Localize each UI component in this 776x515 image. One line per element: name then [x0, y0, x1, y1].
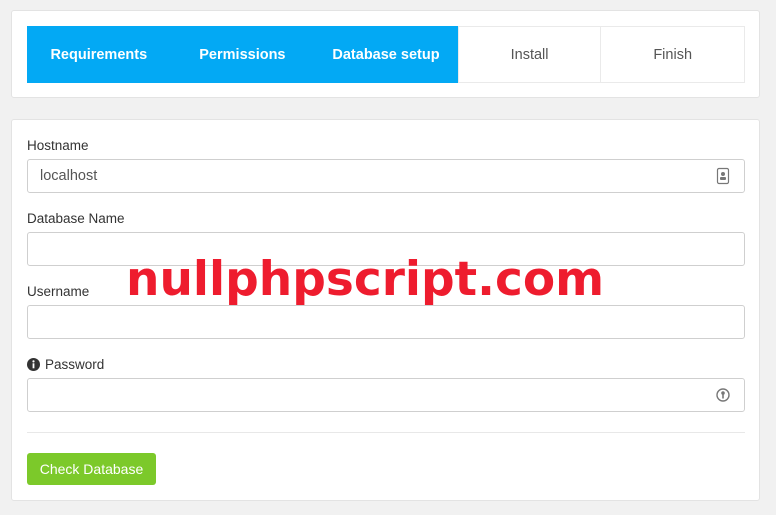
- username-label: Username: [27, 284, 90, 299]
- form-divider: [27, 432, 745, 433]
- step-finish[interactable]: Finish: [601, 26, 745, 83]
- key-icon[interactable]: [715, 386, 731, 404]
- installer-page: Requirements Permissions Database setup …: [0, 0, 776, 515]
- database-name-label: Database Name: [27, 211, 125, 226]
- username-field-wrap: [27, 305, 745, 339]
- username-input[interactable]: [27, 305, 745, 339]
- password-label: Password: [27, 357, 104, 372]
- hostname-input[interactable]: [27, 159, 745, 193]
- step-database-setup[interactable]: Database setup: [314, 26, 458, 83]
- wizard-steps: Requirements Permissions Database setup …: [27, 26, 745, 83]
- wizard-steps-panel: Requirements Permissions Database setup …: [11, 10, 760, 98]
- hostname-label: Hostname: [27, 138, 89, 153]
- step-install[interactable]: Install: [457, 26, 602, 83]
- check-database-button[interactable]: Check Database: [27, 453, 156, 485]
- hostname-field-wrap: [27, 159, 745, 193]
- password-field-wrap: [27, 378, 745, 412]
- database-form: Hostname Database Name Username: [11, 119, 760, 501]
- contact-card-icon: [716, 167, 730, 185]
- info-icon: [27, 358, 40, 371]
- step-requirements[interactable]: Requirements: [27, 26, 171, 83]
- database-name-input[interactable]: [27, 232, 745, 266]
- step-permissions[interactable]: Permissions: [170, 26, 315, 83]
- password-input[interactable]: [27, 378, 745, 412]
- database-name-field-wrap: [27, 232, 745, 266]
